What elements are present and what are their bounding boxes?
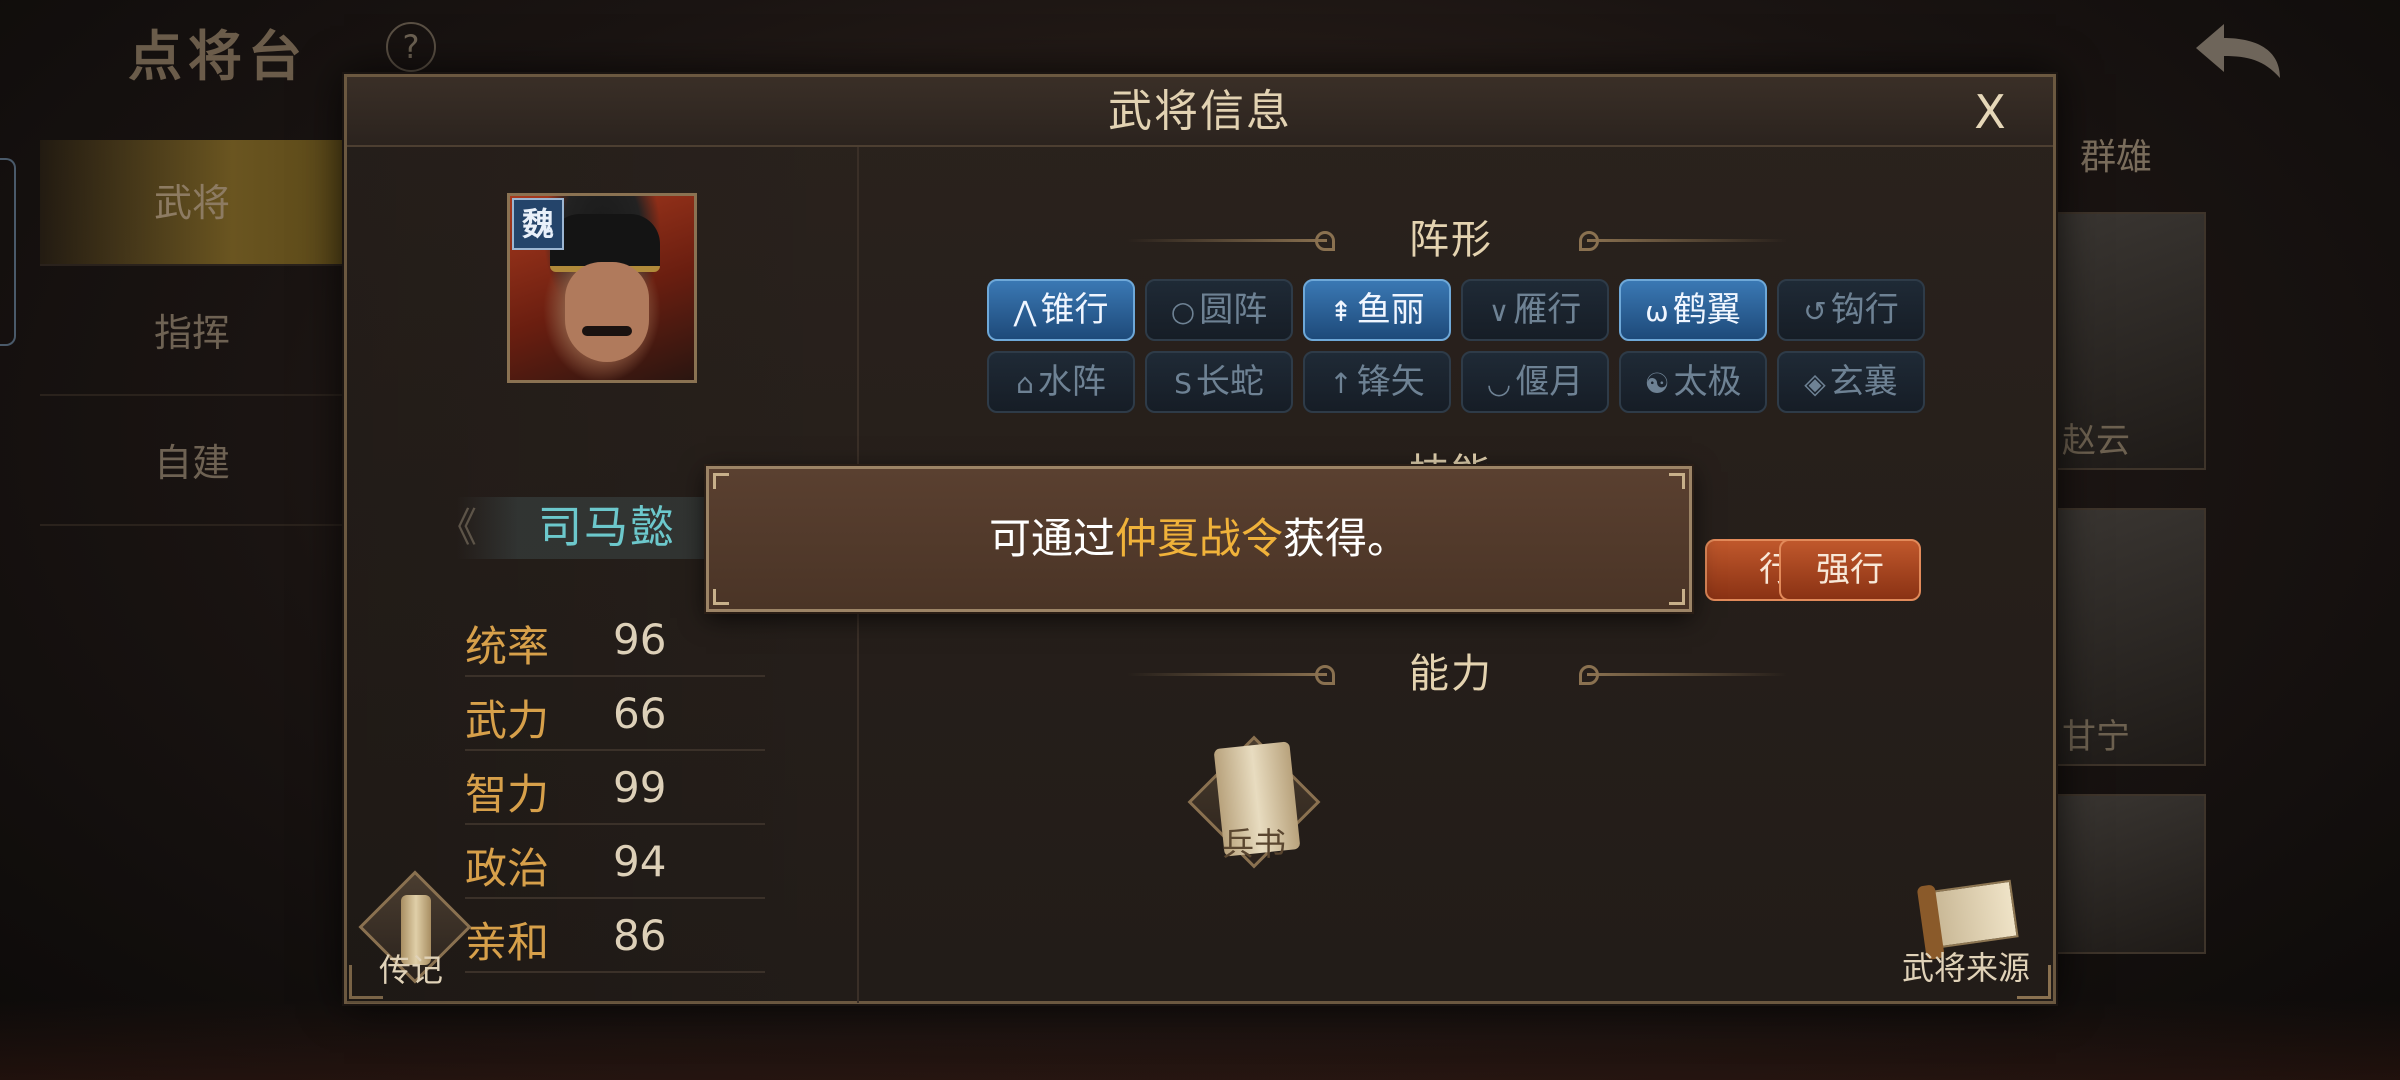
formation-label: 水阵 — [1037, 362, 1106, 402]
ability-section-title: 能力 — [1409, 651, 1493, 697]
sidebar-item-zijian[interactable]: 自建 — [40, 400, 360, 526]
formation-icon: S — [1174, 367, 1192, 400]
book-icon — [1931, 879, 2019, 949]
art-of-war-item[interactable]: 兵书 — [1179, 727, 1329, 877]
formation-button[interactable]: ⋀ 锥行 — [987, 279, 1135, 341]
section-divider-right — [1587, 673, 1787, 676]
portrait-face — [565, 262, 649, 362]
faction-badge: 魏 — [512, 198, 564, 250]
toast-prefix: 可通过 — [988, 514, 1115, 563]
hero-source-label: 武将来源 — [1901, 949, 2030, 987]
formation-label: 太极 — [1673, 362, 1742, 402]
hero-card[interactable] — [2050, 794, 2206, 954]
formation-button[interactable]: ☯ 太极 — [1619, 351, 1767, 413]
formation-label: 锥行 — [1040, 290, 1109, 330]
back-arrow-icon[interactable] — [2190, 16, 2290, 96]
acquisition-toast: 可通过仲夏战令获得。 — [706, 466, 1692, 612]
formation-icon: ∨ — [1488, 295, 1510, 328]
formation-icon: ⌂ — [1016, 367, 1034, 400]
formation-icon: ω — [1645, 295, 1669, 328]
formation-icon: ⇞ — [1329, 295, 1353, 328]
stat-label: 政治 — [465, 844, 550, 893]
hero-card[interactable]: 赵云 — [2050, 212, 2206, 470]
formation-icon: ○ — [1170, 295, 1196, 328]
formation-button[interactable]: ◡ 偃月 — [1461, 351, 1609, 413]
stat-label: 智力 — [465, 770, 550, 819]
formation-button[interactable]: ∨ 雁行 — [1461, 279, 1609, 341]
hero-stats: 统率 96 武力 66 智力 99 政治 94 亲和 86 — [465, 603, 765, 973]
formation-icon: ☯ — [1644, 367, 1670, 400]
formation-label: 雁行 — [1513, 290, 1582, 330]
help-button[interactable]: ? — [386, 22, 436, 72]
dialog-title: 武将信息 — [1108, 86, 1292, 137]
portrait-mustache — [582, 326, 632, 336]
biography-label: 传记 — [378, 951, 443, 989]
stat-row: 智力 99 — [465, 751, 765, 825]
formation-label: 鹤翼 — [1672, 290, 1741, 330]
formation-label: 长蛇 — [1195, 362, 1264, 402]
formation-button[interactable]: ↺ 钩行 — [1777, 279, 1925, 341]
formation-button[interactable]: S 长蛇 — [1145, 351, 1293, 413]
formation-icon: ⋀ — [1013, 295, 1037, 328]
stat-row: 统率 96 — [465, 603, 765, 677]
formation-label: 鱼丽 — [1356, 290, 1425, 330]
art-of-war-label: 兵书 — [1221, 825, 1286, 863]
formation-label: 圆阵 — [1199, 290, 1268, 330]
sidebar-item-wujiang[interactable]: 武将 — [40, 140, 360, 266]
sidebar-item-zhihui[interactable]: 指挥 — [40, 270, 360, 396]
skill-button[interactable]: 强行 — [1779, 539, 1921, 601]
toast-message: 可通过仲夏战令获得。 — [709, 469, 1689, 609]
formation-button[interactable]: ◈ 玄襄 — [1777, 351, 1925, 413]
formation-section-title: 阵形 — [1409, 217, 1493, 263]
formation-grid: ⋀ 锥行 ○ 圆阵 ⇞ 鱼丽 ∨ 雁行 ω 鹤翼 ↺ 钩行 ⌂ 水阵 S 长蛇 ↑ 锋矢 ◡ 偃月 … — [987, 279, 1929, 413]
stat-label: 武力 — [465, 696, 550, 745]
toast-highlight: 仲夏战令 — [1114, 514, 1283, 563]
background-sidebar: 武将 指挥 自建 — [0, 140, 360, 540]
formation-button[interactable]: ○ 圆阵 — [1145, 279, 1293, 341]
formation-label: 偃月 — [1515, 362, 1584, 402]
stat-row: 亲和 86 — [465, 899, 765, 973]
stat-value: 86 — [613, 911, 667, 960]
hero-source-button[interactable]: 武将来源 — [1891, 879, 2041, 989]
formation-icon: ↺ — [1803, 295, 1827, 328]
section-divider-right — [1587, 239, 1787, 242]
stat-value: 96 — [613, 615, 667, 664]
hero-card[interactable]: 甘宁 — [2050, 508, 2206, 766]
formation-button[interactable]: ⇞ 鱼丽 — [1303, 279, 1451, 341]
stat-value: 99 — [613, 763, 667, 812]
formation-icon: ◈ — [1804, 367, 1826, 400]
hero-card-name: 甘宁 — [2062, 717, 2130, 757]
formation-button[interactable]: ↑ 锋矢 — [1303, 351, 1451, 413]
hero-card-name: 赵云 — [2062, 421, 2130, 461]
biography-button[interactable]: 传记 — [351, 870, 472, 991]
toast-suffix: 获得。 — [1283, 514, 1410, 563]
formation-button[interactable]: ω 鹤翼 — [1619, 279, 1767, 341]
background-lower-strip — [0, 1000, 2400, 1080]
faction-filter-label[interactable]: 群雄 — [2080, 128, 2152, 180]
stat-row: 武力 66 — [465, 677, 765, 751]
stat-value: 66 — [613, 689, 667, 738]
formation-label: 钩行 — [1830, 290, 1899, 330]
formation-button[interactable]: ⌂ 水阵 — [987, 351, 1135, 413]
formation-label: 锋矢 — [1356, 362, 1425, 402]
formation-label: 玄襄 — [1829, 362, 1898, 402]
stat-label: 亲和 — [465, 918, 550, 967]
stat-row: 政治 94 — [465, 825, 765, 899]
stat-label: 统率 — [465, 622, 550, 671]
stat-value: 94 — [613, 837, 667, 886]
screen-title: 点将台 — [128, 25, 308, 88]
hero-portrait[interactable]: 魏 — [507, 193, 697, 383]
close-button[interactable]: X — [1963, 85, 2017, 139]
formation-icon: ↑ — [1329, 367, 1353, 400]
dialog-header: 武将信息 X — [347, 77, 2053, 147]
formation-icon: ◡ — [1486, 367, 1512, 400]
